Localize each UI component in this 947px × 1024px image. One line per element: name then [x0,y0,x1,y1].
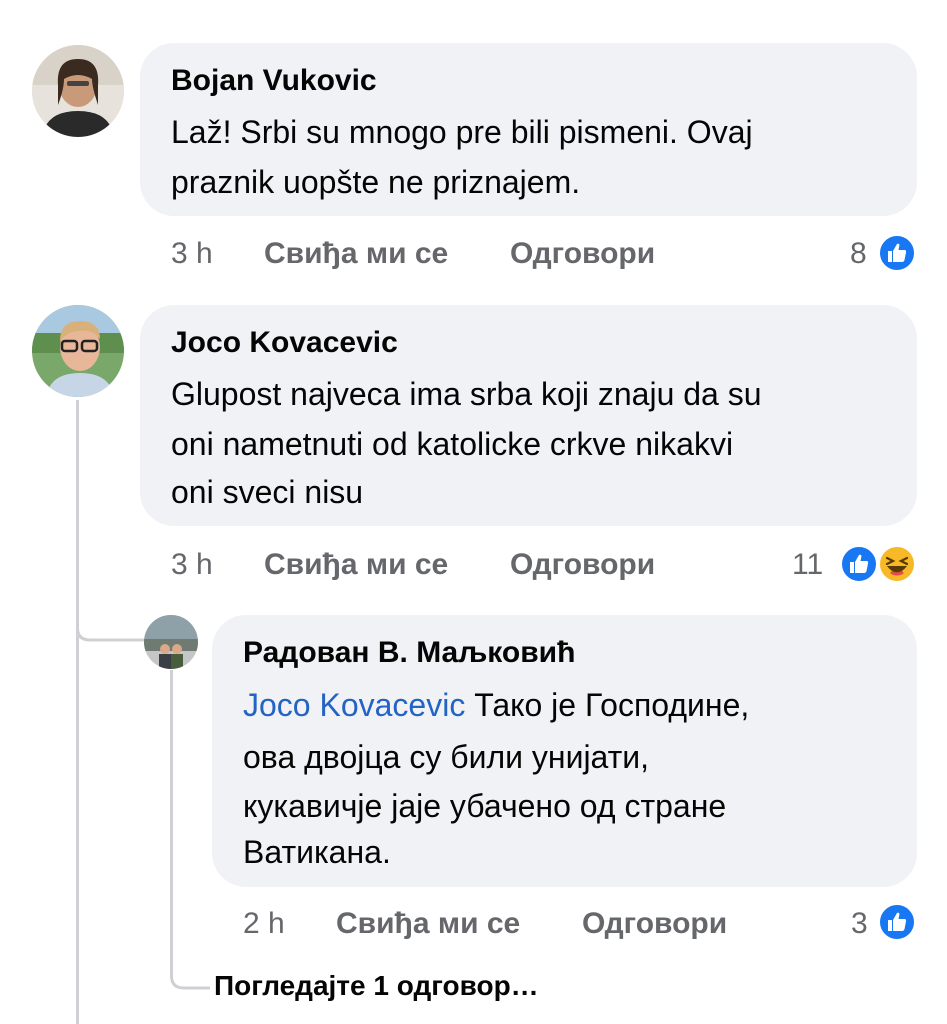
avatar-bojan[interactable] [32,45,124,137]
reply-button[interactable]: Одговори [582,907,727,941]
comment-text-line: oni sveci nisu [171,474,364,510]
comment-text-line: praznik uopšte ne priznajem. [171,164,581,200]
thread-curve-viewmore [170,960,210,990]
reply-button[interactable]: Одговори [510,548,655,582]
comment-text-line: oni nametnuti od katolicke crkve nikakvi [171,426,734,462]
reaction-count[interactable]: 8 [850,237,867,271]
like-button[interactable]: Свиђа ми се [264,237,448,271]
thread-line-reply [170,670,173,970]
like-icon[interactable] [840,545,878,583]
like-icon[interactable] [878,903,916,941]
view-replies-link[interactable]: Погледајте 1 одговор… [214,970,539,1002]
reaction-count[interactable]: 11 [792,548,823,582]
mention-link[interactable]: Joco Kovacevic [243,687,465,723]
reply-text-rest: Тако је Господине, [465,687,750,723]
haha-icon[interactable] [878,545,916,583]
thread-curve-reply [76,600,146,642]
like-icon[interactable] [878,234,916,272]
reaction-count[interactable]: 3 [851,907,868,941]
like-button[interactable]: Свиђа ми се [264,548,448,582]
thread-line-main [76,400,79,1024]
like-button[interactable]: Свиђа ми се [336,907,520,941]
reply-text-line: Joco Kovacevic Тако је Господине, [243,683,749,727]
reply-text-line: ова двојца су били унијати, [243,739,650,775]
avatar-joco[interactable] [32,305,124,397]
reply-text-line: Ватикана. [243,834,391,870]
reply-button[interactable]: Одговори [510,237,655,271]
comment-text-line: Glupost najveca ima srba koji znaju da s… [171,376,762,412]
comment-author[interactable]: Bojan Vukovic [171,64,377,98]
comment-timestamp[interactable]: 3 h [171,548,213,582]
reply-text-line: кукавичје јаје убачено од стране [243,788,727,824]
reply-author[interactable]: Радован В. Маљковић [243,636,575,670]
comment-author[interactable]: Joco Kovacevic [171,326,398,360]
comment-timestamp[interactable]: 3 h [171,237,213,271]
avatar-radovan[interactable] [144,615,198,669]
reply-timestamp[interactable]: 2 h [243,907,285,941]
comment-text-line: Laž! Srbi su mnogo pre bili pismeni. Ova… [171,114,753,150]
